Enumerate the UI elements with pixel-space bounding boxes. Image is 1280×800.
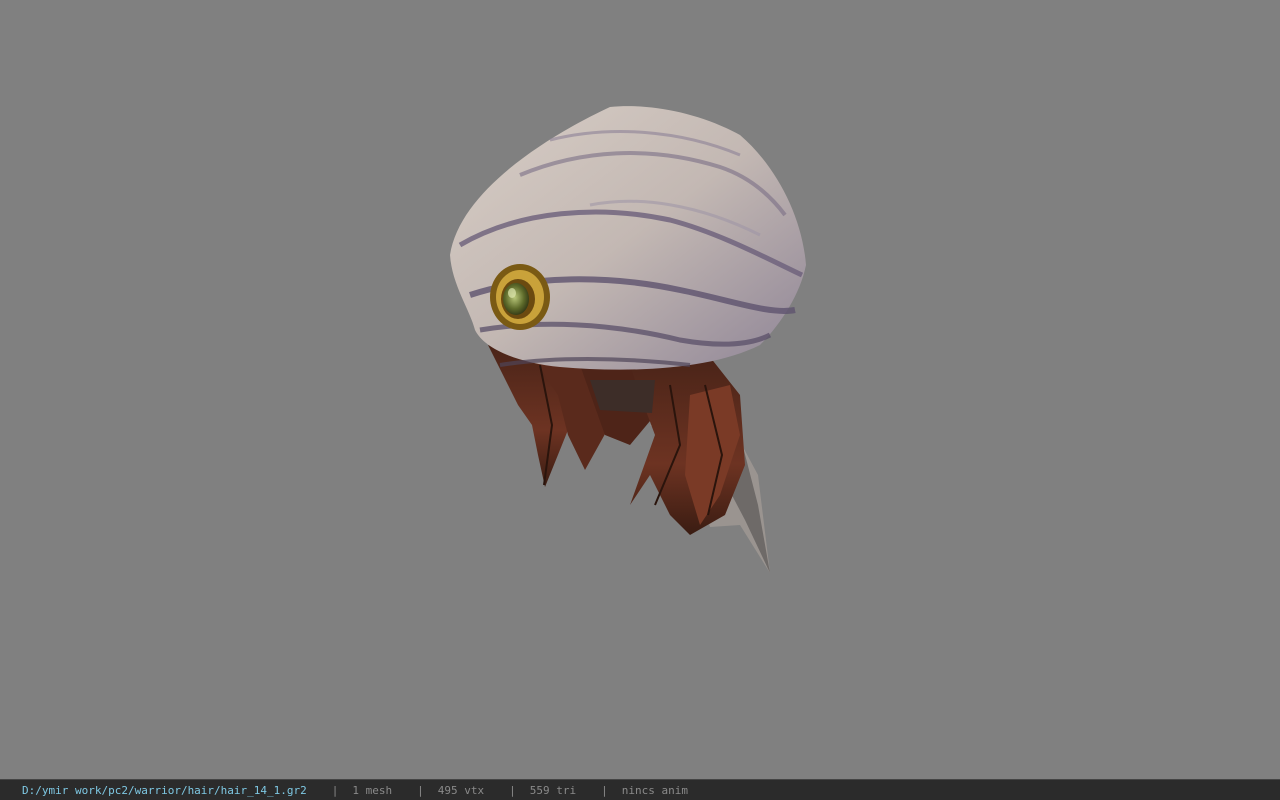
separator: | (417, 783, 424, 797)
vertex-count: 495 vtx (437, 783, 485, 797)
animation-status: nincs anim (621, 783, 688, 797)
separator: | (331, 783, 339, 797)
separator: | (601, 783, 608, 797)
separator: | (509, 783, 516, 797)
mesh-count: 1 mesh (352, 783, 393, 797)
3d-viewport[interactable] (0, 0, 1280, 779)
file-path: D:/ymir work/pc2/warrior/hair/hair_14_1.… (22, 783, 307, 797)
hair-turban-model (450, 106, 806, 573)
status-bar: D:/ymir work/pc2/warrior/hair/hair_14_1.… (0, 779, 1280, 800)
triangle-count: 559 tri (529, 783, 577, 797)
